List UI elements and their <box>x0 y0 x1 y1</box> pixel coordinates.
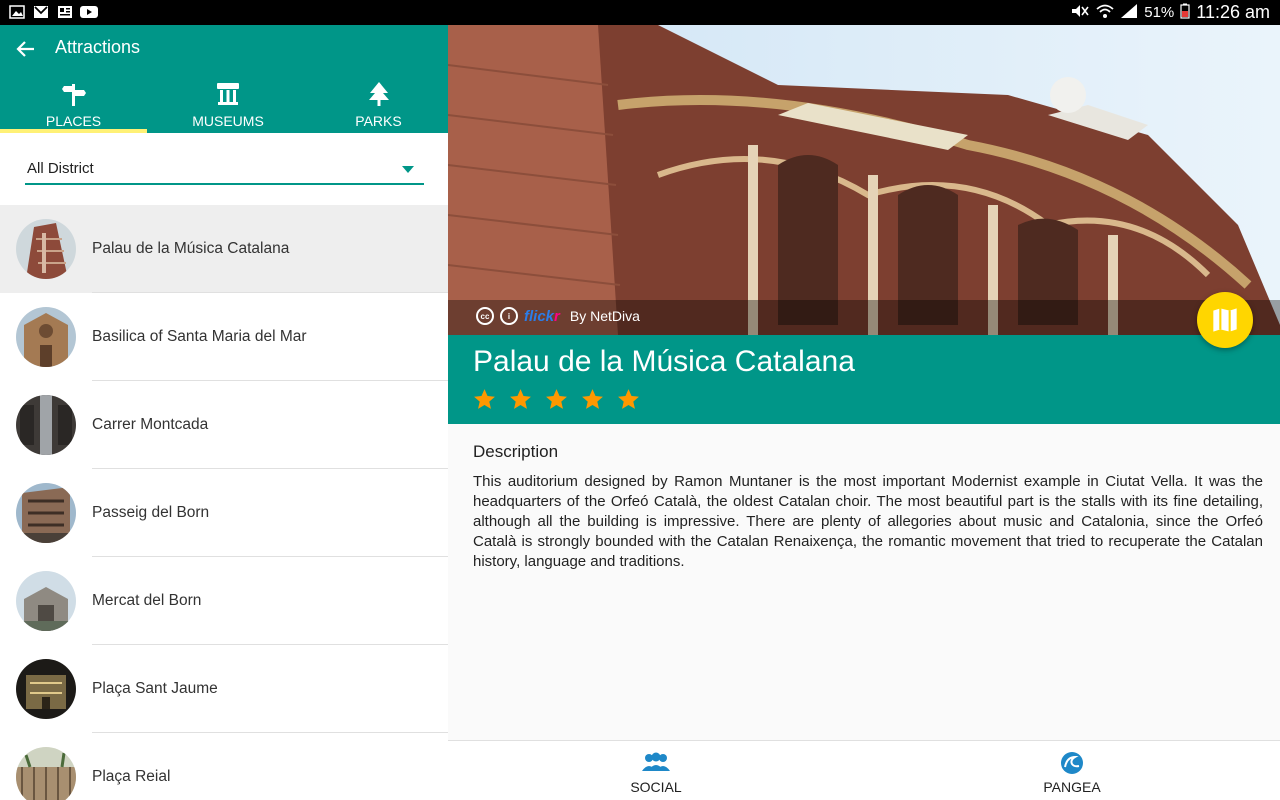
place-name: Plaça Reial <box>92 768 171 785</box>
star-icon <box>618 389 639 409</box>
list-item[interactable]: Carrer Montcada <box>0 381 448 469</box>
photo-author: By NetDiva <box>569 308 640 324</box>
attractions-list-pane: Attractions PLACES MUSEUMS PARKS All Dis… <box>0 25 448 800</box>
place-name: Basilica of Santa Maria del Mar <box>92 328 307 345</box>
place-name: Passeig del Born <box>92 504 210 521</box>
district-dropdown[interactable]: All District <box>25 158 424 185</box>
flickr-logo: flickr <box>524 307 560 325</box>
list-item[interactable]: Mercat del Born <box>0 557 448 645</box>
nav-pangea-label: PANGEA <box>1043 779 1101 795</box>
nav-pangea[interactable]: PANGEA <box>864 741 1280 800</box>
system-status: 51% 11:26 am <box>1070 2 1270 23</box>
attraction-title: Palau de la Música Catalana <box>473 345 855 378</box>
star-icon <box>510 389 531 409</box>
bottom-navigation: SOCIAL PANGEA <box>448 740 1280 800</box>
place-thumbnail <box>16 483 76 543</box>
gmail-icon <box>32 4 50 19</box>
attraction-photo: cc i flickr By NetDiva <box>448 25 1280 335</box>
youtube-icon <box>80 4 98 19</box>
detail-header: Palau de la Música Catalana <box>448 335 1280 424</box>
place-thumbnail <box>16 571 76 631</box>
mute-icon <box>1070 3 1090 23</box>
tab-parks[interactable]: PARKS <box>309 75 448 133</box>
place-name: Carrer Montcada <box>92 416 209 433</box>
back-arrow-icon[interactable] <box>14 37 38 61</box>
wave-icon <box>1057 751 1087 775</box>
gallery-icon <box>8 4 26 19</box>
museum-icon <box>215 81 241 107</box>
description-heading: Description <box>473 442 559 461</box>
active-tab-indicator <box>0 129 147 133</box>
place-name: Palau de la Música Catalana <box>92 240 290 257</box>
category-tabs: PLACES MUSEUMS PARKS <box>0 75 448 133</box>
people-icon <box>641 751 671 775</box>
app-bar: Attractions PLACES MUSEUMS PARKS <box>0 25 448 133</box>
list-item[interactable]: Plaça Sant Jaume <box>0 645 448 733</box>
place-name: Plaça Sant Jaume <box>92 680 218 697</box>
photo-credit: cc i flickr By NetDiva <box>448 300 1280 335</box>
battery-icon <box>1180 3 1190 23</box>
news-icon <box>56 4 74 19</box>
place-thumbnail <box>16 219 76 279</box>
list-item[interactable]: Passeig del Born <box>0 469 448 557</box>
tab-museums-label: MUSEUMS <box>192 113 264 129</box>
app-title: Attractions <box>55 37 141 57</box>
place-thumbnail <box>16 659 76 719</box>
attraction-detail-pane: cc i flickr By NetDiva Palau de la Músic… <box>448 25 1280 800</box>
list-item[interactable]: Plaça Reial <box>0 733 448 800</box>
list-item[interactable]: Palau de la Música Catalana <box>0 205 448 293</box>
tab-places[interactable]: PLACES <box>0 75 147 133</box>
tree-icon <box>366 81 392 107</box>
dropdown-arrow-icon <box>402 166 414 173</box>
star-icon <box>582 389 603 409</box>
description-text: This auditorium designed by Ramon Muntan… <box>473 473 1263 570</box>
place-name: Mercat del Born <box>92 592 202 609</box>
tab-parks-label: PARKS <box>355 113 402 129</box>
nav-social[interactable]: SOCIAL <box>448 741 864 800</box>
signal-icon <box>1120 3 1138 23</box>
wifi-icon <box>1096 3 1114 23</box>
map-icon <box>1213 308 1237 332</box>
place-thumbnail <box>16 395 76 455</box>
open-map-button[interactable] <box>1197 292 1253 348</box>
creative-commons-icon: cc <box>476 307 494 325</box>
attribution-icon: i <box>500 307 518 325</box>
star-icon <box>546 389 567 409</box>
place-thumbnail <box>16 747 76 800</box>
list-item[interactable]: Basilica of Santa Maria del Mar <box>0 293 448 381</box>
tab-museums[interactable]: MUSEUMS <box>147 75 309 133</box>
status-bar: 51% 11:26 am <box>0 0 1280 25</box>
places-list: Palau de la Música Catalana Basilica of … <box>0 205 448 800</box>
tab-places-label: PLACES <box>45 113 102 129</box>
battery-text: 51% <box>1144 4 1175 21</box>
clock: 11:26 am <box>1196 2 1270 22</box>
place-thumbnail <box>16 307 76 367</box>
district-selected-value: All District <box>27 160 94 177</box>
notification-icons <box>8 4 98 19</box>
signpost-icon <box>61 81 87 107</box>
nav-social-label: SOCIAL <box>630 779 682 795</box>
star-icon <box>474 389 495 409</box>
rating-stars <box>472 387 641 412</box>
